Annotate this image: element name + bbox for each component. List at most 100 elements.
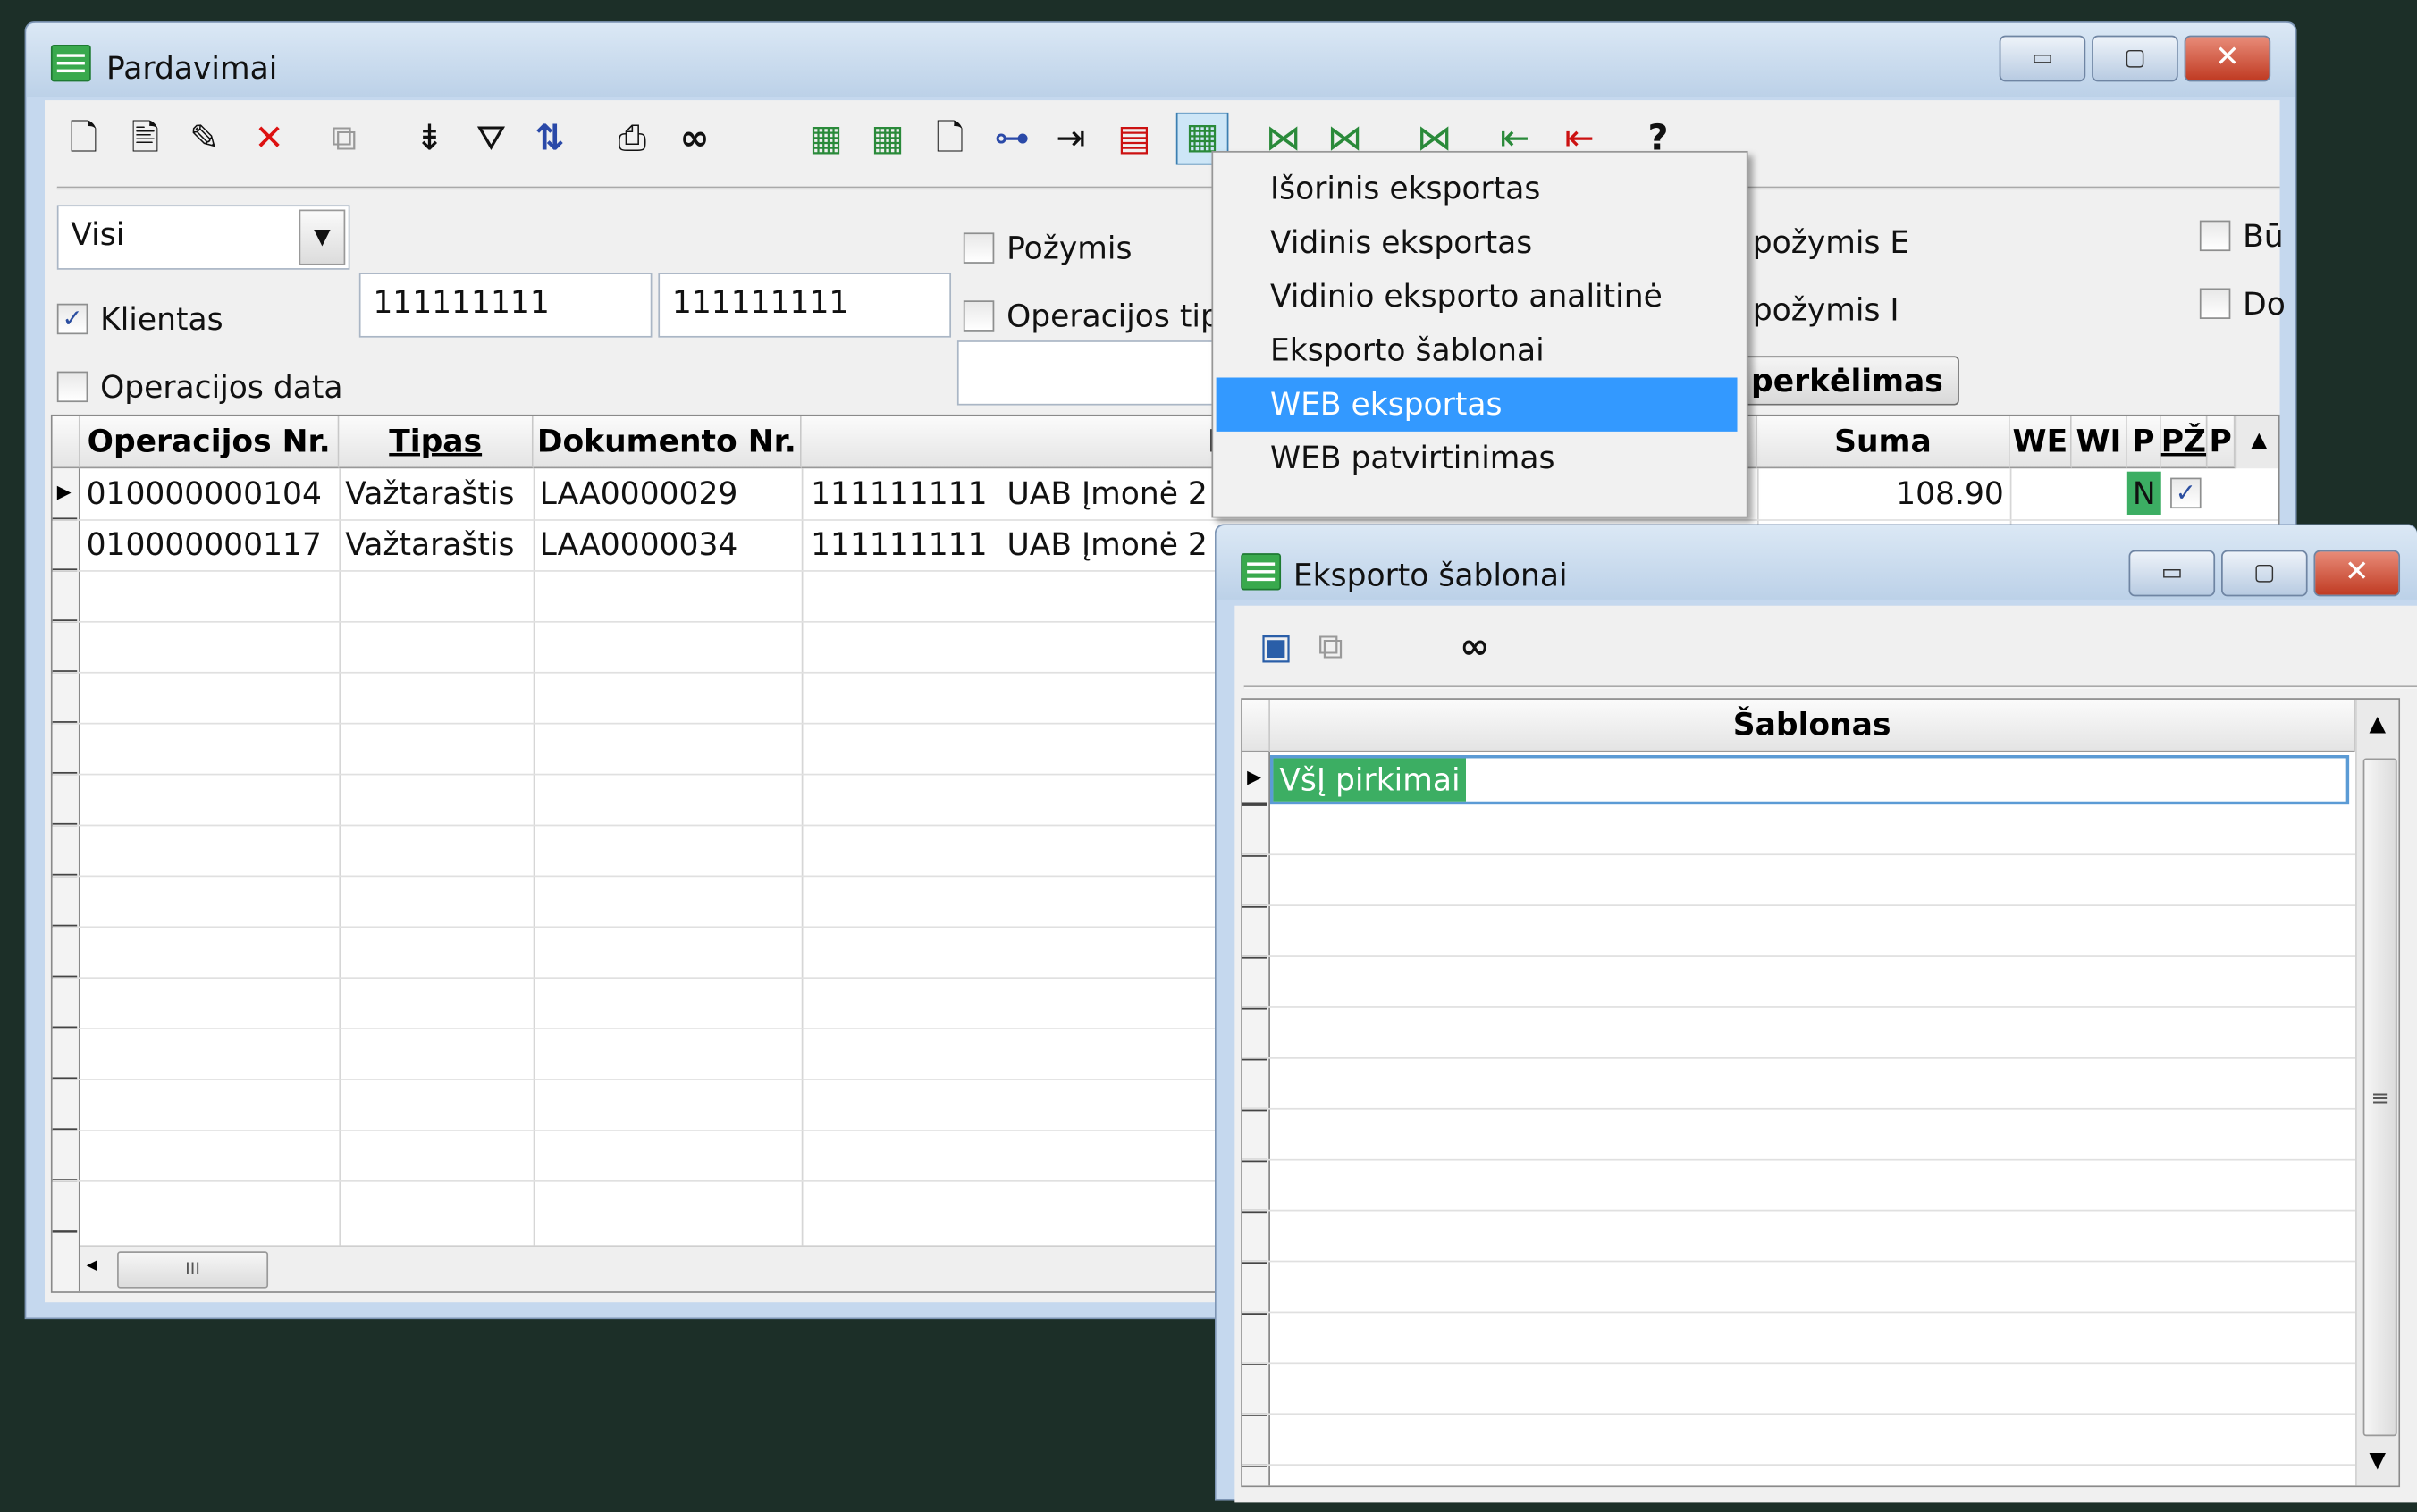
export-context-menu: Išorinis eksportas Vidinis eksportas Vid… bbox=[1211, 151, 1748, 518]
column-header-we[interactable]: WE bbox=[2009, 416, 2072, 469]
cell-operacijos-nr[interactable]: 010000000117 bbox=[87, 519, 322, 570]
grid-line bbox=[1242, 1209, 2399, 1212]
edit-icon[interactable]: ✎ bbox=[189, 115, 219, 162]
close-button[interactable]: ✕ bbox=[2184, 35, 2271, 82]
bu-label: Bū bbox=[2243, 217, 2284, 255]
close-button[interactable]: ✕ bbox=[2313, 550, 2401, 597]
delete-icon[interactable]: ✕ bbox=[255, 115, 284, 162]
app-icon bbox=[50, 45, 91, 82]
scope-select[interactable]: Visi ▼ bbox=[56, 205, 350, 270]
binoculars-find-icon[interactable]: ∞ bbox=[680, 115, 710, 162]
export-icon-1[interactable]: ▦ bbox=[809, 115, 842, 162]
insert-row-icon[interactable]: ⇟ bbox=[415, 115, 444, 162]
cell-tipas[interactable]: Važtaraštis bbox=[345, 519, 514, 570]
column-header-pz[interactable]: PŽ bbox=[2160, 416, 2208, 469]
menu-item-isorinis-eksportas[interactable]: Išorinis eksportas bbox=[1217, 162, 1738, 215]
maximize-button[interactable]: ▢ bbox=[2092, 35, 2178, 82]
toolbar-separator bbox=[1243, 685, 2417, 689]
column-header-dokumento-nr[interactable]: Dokumento Nr. bbox=[533, 416, 802, 469]
pozymis-e-label: požymis E bbox=[1752, 223, 1910, 261]
maximize-button[interactable]: ▢ bbox=[2221, 550, 2308, 597]
cell-pz-checkbox[interactable]: ✓ bbox=[2170, 477, 2202, 509]
toolbar-separator bbox=[56, 186, 2280, 190]
export-icon-2[interactable]: ▦ bbox=[871, 115, 904, 162]
cell-suma[interactable]: 108.90 bbox=[1757, 468, 2004, 519]
perkelimas-button[interactable]: perkėlimas bbox=[1743, 356, 1959, 406]
scroll-thumb[interactable]: ≡ bbox=[2362, 758, 2397, 1437]
grid-line bbox=[1242, 1107, 2399, 1110]
operacijos-tipas-field[interactable] bbox=[956, 340, 1235, 406]
binoculars-find-icon[interactable]: ∞ bbox=[1460, 624, 1489, 670]
row-indicator-column: ▶ bbox=[52, 468, 80, 1292]
pozymis-i-label: požymis I bbox=[1752, 290, 1899, 329]
grid-line bbox=[1242, 853, 2399, 856]
scroll-up-icon[interactable]: ▲ bbox=[2370, 712, 2387, 737]
print-icon[interactable]: ⎙ bbox=[619, 115, 647, 162]
menu-item-vidinis-eksportas[interactable]: Vidinis eksportas bbox=[1217, 215, 1738, 269]
klientas-checkbox[interactable]: ✓ bbox=[56, 303, 88, 335]
tree-icon[interactable]: ⊶ bbox=[994, 115, 1030, 162]
cell-klientas[interactable]: 111111111 UAB Įmonė 2 bbox=[811, 519, 1208, 570]
cell-p[interactable]: N bbox=[2126, 471, 2161, 515]
minimize-button[interactable]: ▭ bbox=[1999, 35, 2086, 82]
new-document-icon[interactable]: 🗋 bbox=[70, 115, 98, 162]
template-title-bar[interactable]: Eksporto šablonai ▭ ▢ ✕ bbox=[1216, 525, 2417, 600]
column-header-operacijos-nr[interactable]: Operacijos Nr. bbox=[80, 416, 340, 469]
copy-icon[interactable]: ⧉ bbox=[332, 115, 357, 162]
template-client-area: ▣ ⧉ ∞ Šablonas ▶ VšĮ pirkimai ▲ ≡ ▼ bbox=[1234, 605, 2417, 1503]
main-window-title: Pardavimai bbox=[105, 49, 278, 87]
sort-az-icon[interactable]: ⇅ bbox=[535, 115, 564, 162]
current-row-marker: ▶ bbox=[56, 481, 72, 503]
bu-checkbox[interactable] bbox=[2199, 220, 2231, 252]
template-table: Šablonas ▶ VšĮ pirkimai ▲ ≡ ▼ bbox=[1241, 698, 2401, 1488]
klientas-from-field[interactable]: 111111111 bbox=[358, 273, 653, 338]
template-vertical-scrollbar[interactable]: ▲ ≡ ▼ bbox=[2355, 699, 2399, 1486]
page-icon[interactable]: 🗋 bbox=[936, 115, 964, 162]
group-icon[interactable]: ▤ bbox=[1117, 115, 1150, 162]
scroll-left-icon[interactable]: ◂ bbox=[87, 1253, 97, 1278]
cell-dokumento-nr[interactable]: LAA0000034 bbox=[540, 519, 738, 570]
cell-tipas[interactable]: Važtaraštis bbox=[345, 468, 514, 519]
table-row[interactable]: VšĮ pirkimai bbox=[1269, 755, 2350, 805]
operacijos-data-label: Operacijos data bbox=[100, 368, 343, 406]
grid-line bbox=[1242, 1260, 2399, 1263]
copy-icon[interactable]: ⧉ bbox=[1318, 624, 1343, 670]
save-icon[interactable]: ▣ bbox=[1259, 624, 1293, 670]
do-checkbox[interactable] bbox=[2199, 288, 2231, 319]
cell-operacijos-nr[interactable]: 010000000104 bbox=[87, 468, 322, 519]
minimize-button[interactable]: ▭ bbox=[2128, 550, 2216, 597]
filter-icon[interactable]: ⛛ bbox=[476, 115, 506, 162]
operacijos-data-checkbox[interactable] bbox=[56, 371, 88, 403]
menu-item-eksporto-sablonai[interactable]: Eksporto šablonai bbox=[1217, 323, 1738, 377]
document-icon[interactable]: 🖹 bbox=[131, 115, 160, 162]
klientas-to-field[interactable]: 111111111 bbox=[658, 273, 952, 338]
cell-dokumento-nr[interactable]: LAA0000029 bbox=[540, 468, 738, 519]
scroll-thumb[interactable]: III bbox=[117, 1251, 269, 1289]
grid-line bbox=[1242, 904, 2399, 907]
table-vertical-scrollbar[interactable]: ▲ bbox=[2235, 416, 2278, 469]
pozymis-checkbox[interactable] bbox=[963, 232, 995, 264]
grid-line bbox=[1242, 1006, 2399, 1008]
column-header-tipas[interactable]: Tipas bbox=[339, 416, 534, 469]
column-header-suma[interactable]: Suma bbox=[1756, 416, 2010, 469]
column-header-sablonas[interactable]: Šablonas bbox=[1269, 699, 2356, 752]
menu-item-web-eksportas[interactable]: WEB eksportas bbox=[1216, 377, 1738, 432]
operacijos-tipas-checkbox[interactable] bbox=[963, 300, 995, 332]
chevron-down-icon[interactable]: ▼ bbox=[299, 209, 346, 265]
row-indicator-column: ▶ bbox=[1242, 752, 1270, 1486]
template-window-title: Eksporto šablonai bbox=[1293, 556, 1568, 593]
pozymis-label: Požymis bbox=[1006, 229, 1133, 267]
menu-item-web-patvirtinimas[interactable]: WEB patvirtinimas bbox=[1217, 432, 1738, 485]
grid-line bbox=[1242, 1311, 2399, 1314]
move-icon[interactable]: ⇥ bbox=[1056, 115, 1085, 162]
grid-line bbox=[801, 468, 804, 1292]
scroll-down-icon[interactable]: ▼ bbox=[2370, 1449, 2387, 1474]
column-header-p[interactable]: P bbox=[2126, 416, 2161, 469]
grid-line bbox=[533, 468, 535, 1292]
cell-klientas[interactable]: 111111111 UAB Įmonė 2 bbox=[811, 468, 1208, 519]
main-title-bar[interactable]: Pardavimai ▭ ▢ ✕ bbox=[26, 22, 2295, 97]
column-header-p2[interactable]: P bbox=[2207, 416, 2236, 469]
menu-item-vidinio-eksporto-analitine[interactable]: Vidinio eksporto analitinė bbox=[1217, 270, 1738, 323]
column-header-wi[interactable]: WI bbox=[2071, 416, 2127, 469]
cell-sablonas[interactable]: VšĮ pirkimai bbox=[1273, 758, 1467, 802]
